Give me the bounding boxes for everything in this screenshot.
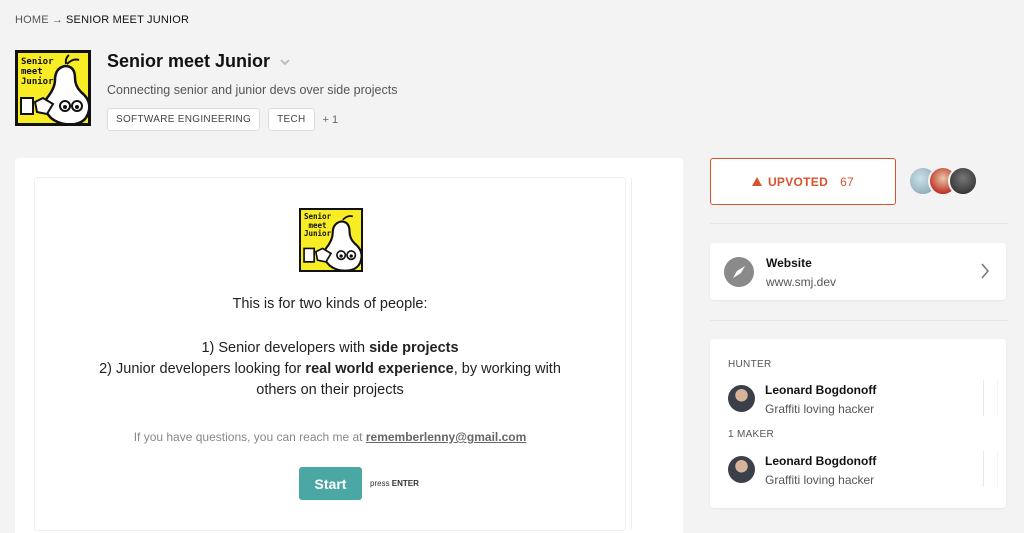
pear-hands-logo-icon [20, 54, 88, 123]
tags-more[interactable]: + 1 [323, 114, 339, 126]
divider [710, 320, 1008, 321]
maker-name: Leonard Bogdonoff [765, 454, 877, 468]
breadcrumb-home[interactable]: HOME [15, 14, 49, 26]
upvote-label: UPVOTED [767, 174, 829, 189]
hunter-description: Graffiti loving hacker [765, 402, 875, 416]
point-2: 2) Junior developers looking for real wo… [99, 361, 561, 377]
hunter-follow-area[interactable] [983, 380, 998, 416]
maker-follow-area[interactable] [983, 451, 998, 487]
press-enter-hint: press ENTER [370, 479, 419, 488]
website-link-card[interactable]: Website www.smj.dev [710, 243, 1006, 300]
upvoter-avatars[interactable] [908, 166, 978, 196]
topic-tags: SOFTWARE ENGINEERING TECH + 1 [107, 108, 338, 131]
breadcrumb-separator: → [51, 14, 64, 26]
embedded-form: Senior meet Junior This is for two kinds… [35, 178, 625, 530]
maker-description: Graffiti loving hacker [765, 473, 875, 487]
product-title: Senior meet Junior [107, 51, 271, 71]
media-card: Senior meet Junior This is for two kinds… [15, 158, 683, 533]
upvote-button[interactable]: UPVOTED 67 [710, 158, 896, 205]
hunter-item[interactable]: Leonard Bogdonoff Graffiti loving hacker [728, 380, 998, 416]
avatar [728, 456, 755, 483]
form-intro: This is for two kinds of people: [232, 296, 428, 312]
contact-email-link[interactable]: rememberlenny@gmail.com [366, 430, 526, 444]
chevron-down-icon[interactable] [278, 55, 292, 69]
form-points: 1) Senior developers with side projects … [35, 338, 625, 401]
website-url: www.smj.dev [766, 275, 837, 289]
avatar [728, 385, 755, 412]
title-row: Senior meet Junior [107, 51, 292, 72]
breadcrumb: HOME → SENIOR MEET JUNIOR [15, 14, 189, 26]
maker-item[interactable]: Leonard Bogdonoff Graffiti loving hacker [728, 451, 998, 487]
breadcrumb-current: SENIOR MEET JUNIOR [66, 14, 190, 26]
website-label: Website [766, 256, 812, 270]
product-logo: Senior meet Junior [15, 50, 91, 126]
point-2-continued: others on their projects [256, 382, 404, 398]
makers-card: HUNTER Leonard Bogdonoff Graffiti loving… [710, 339, 1006, 508]
pear-hands-logo-icon [303, 215, 361, 270]
triangle-up-icon [751, 177, 762, 186]
tag-tech[interactable]: TECH [268, 108, 315, 131]
makers-label: 1 MAKER [728, 429, 775, 440]
contact-line: If you have questions, you can reach me … [133, 430, 527, 444]
avatar[interactable] [948, 166, 978, 196]
point-1: 1) Senior developers with side projects [201, 340, 459, 356]
tag-software-engineering[interactable]: SOFTWARE ENGINEERING [107, 108, 261, 131]
start-row: Start press ENTER [299, 467, 419, 500]
embed-scrollbar[interactable] [631, 178, 661, 530]
divider [710, 223, 1008, 224]
compass-icon [724, 257, 754, 287]
hunter-label: HUNTER [728, 359, 772, 370]
upvote-count: 67 [840, 174, 855, 189]
hunter-name: Leonard Bogdonoff [765, 383, 877, 397]
chevron-right-icon [980, 262, 990, 285]
start-button[interactable]: Start [299, 467, 362, 500]
form-logo: Senior meet Junior [299, 208, 363, 272]
product-tagline: Connecting senior and junior devs over s… [107, 83, 398, 97]
